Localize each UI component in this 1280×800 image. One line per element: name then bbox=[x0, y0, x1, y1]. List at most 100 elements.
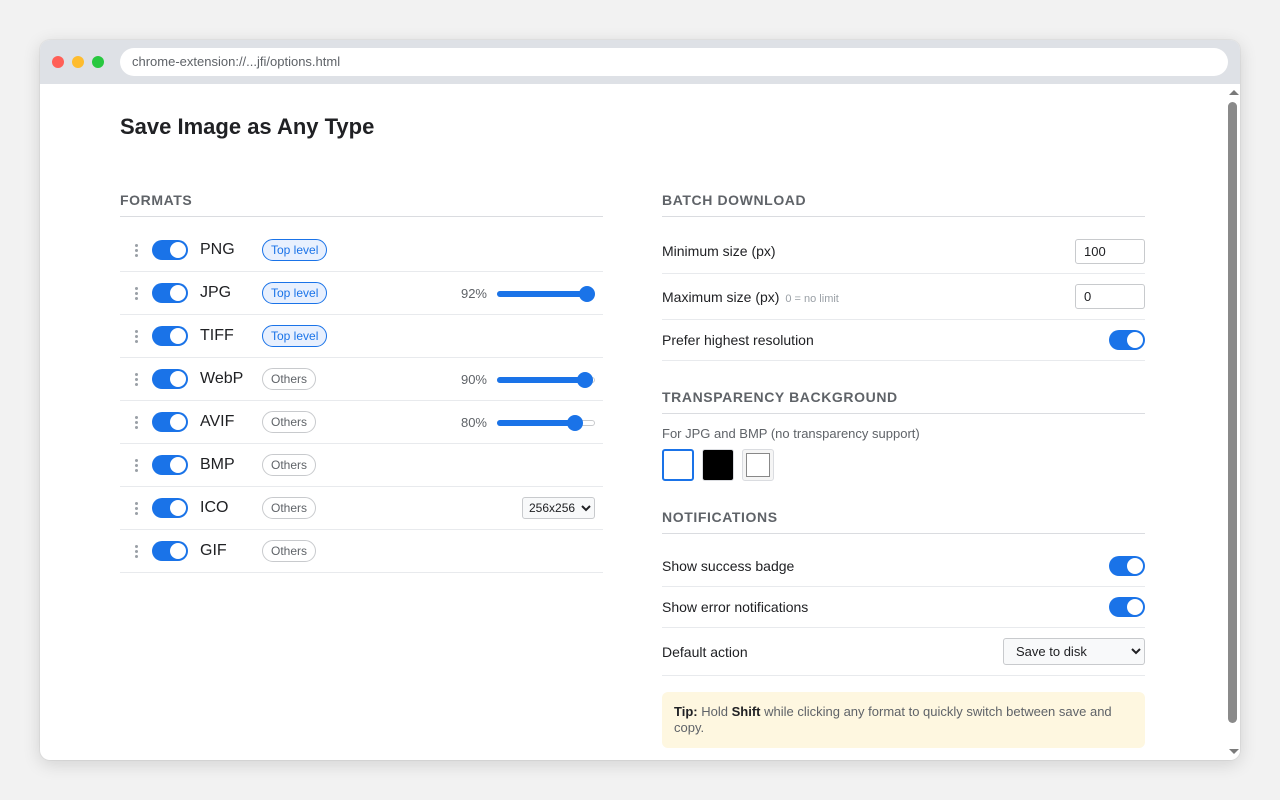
drag-handle-icon[interactable] bbox=[120, 415, 152, 429]
quality-label: 80% bbox=[460, 415, 487, 430]
format-group-badge[interactable]: Top level bbox=[262, 282, 328, 304]
success-badge-toggle[interactable] bbox=[1109, 556, 1145, 576]
transparent-background-swatch[interactable] bbox=[742, 449, 774, 481]
max-size-row: Maximum size (px) 0 = no limit bbox=[662, 274, 1145, 320]
format-name: GIF bbox=[200, 542, 227, 559]
title-bar: chrome-extension://...jfi/options.html bbox=[40, 40, 1240, 84]
webp-toggle[interactable] bbox=[152, 369, 188, 389]
transparency-heading: TRANSPARENCY BACKGROUND bbox=[662, 389, 1145, 414]
format-row-webp: WebP Others 90% bbox=[120, 358, 603, 401]
page-viewport: Save Image as Any Type FORMATS PNG Top l… bbox=[40, 84, 1226, 760]
vertical-scrollbar[interactable] bbox=[1226, 84, 1240, 760]
jpg-quality-slider[interactable] bbox=[497, 285, 596, 302]
minimize-window-button[interactable] bbox=[72, 56, 84, 68]
format-name: TIFF bbox=[200, 327, 234, 344]
white-background-swatch[interactable] bbox=[662, 449, 694, 481]
format-group-badge[interactable]: Top level bbox=[262, 239, 328, 261]
slider-thumb[interactable] bbox=[577, 371, 594, 388]
drag-handle-icon[interactable] bbox=[120, 458, 152, 472]
format-row-avif: AVIF Others 80% bbox=[120, 401, 603, 444]
format-name: BMP bbox=[200, 456, 235, 473]
format-name: WebP bbox=[200, 370, 244, 387]
error-notifications-toggle[interactable] bbox=[1109, 597, 1145, 617]
formats-heading: FORMATS bbox=[120, 192, 603, 217]
format-row-ico: ICO Others 256x256 bbox=[120, 487, 603, 530]
drag-handle-icon[interactable] bbox=[120, 372, 152, 386]
prefer-resolution-toggle[interactable] bbox=[1109, 330, 1145, 350]
page-title: Save Image as Any Type bbox=[120, 114, 375, 139]
format-name: JPG bbox=[200, 284, 232, 301]
drag-handle-icon[interactable] bbox=[120, 243, 152, 257]
slider-thumb[interactable] bbox=[567, 414, 584, 431]
format-group-badge[interactable]: Top level bbox=[262, 325, 328, 347]
default-action-row: Default action Save to disk bbox=[662, 628, 1145, 676]
background-swatches bbox=[662, 449, 1145, 481]
avif-toggle[interactable] bbox=[152, 412, 188, 432]
slider-thumb[interactable] bbox=[579, 285, 596, 302]
maximize-window-button[interactable] bbox=[92, 56, 104, 68]
prefer-resolution-label: Prefer highest resolution bbox=[662, 332, 814, 348]
error-notifications-row: Show error notifications bbox=[662, 587, 1145, 628]
format-name: ICO bbox=[200, 499, 229, 516]
format-row-jpg: JPG Top level 92% bbox=[120, 272, 603, 315]
tip-text-start: Hold bbox=[701, 704, 728, 719]
format-row-png: PNG Top level bbox=[120, 229, 603, 272]
ico-size-select[interactable]: 256x256 bbox=[522, 497, 595, 519]
max-size-hint: 0 = no limit bbox=[785, 292, 839, 305]
notifications-heading: NOTIFICATIONS bbox=[662, 509, 1145, 534]
batch-download-section: Minimum size (px) Maximum size (px) 0 = … bbox=[662, 229, 1145, 361]
tip-box: Tip: Hold Shift while clicking any forma… bbox=[662, 692, 1145, 748]
format-row-tiff: TIFF Top level bbox=[120, 315, 603, 358]
format-group-badge[interactable]: Others bbox=[262, 497, 317, 519]
max-size-label-group: Maximum size (px) 0 = no limit bbox=[662, 289, 839, 305]
gif-toggle[interactable] bbox=[152, 541, 188, 561]
format-group-badge[interactable]: Others bbox=[262, 540, 317, 562]
max-size-input[interactable] bbox=[1075, 284, 1145, 309]
black-background-swatch[interactable] bbox=[702, 449, 734, 481]
formats-list: PNG Top level JPG Top level 92% TIFF Top… bbox=[120, 229, 603, 573]
quality-label: 92% bbox=[460, 286, 487, 301]
address-bar[interactable]: chrome-extension://...jfi/options.html bbox=[120, 48, 1228, 76]
success-badge-row: Show success badge bbox=[662, 546, 1145, 587]
batch-download-heading: BATCH DOWNLOAD bbox=[662, 192, 1145, 217]
notifications-section: Show success badge Show error notificati… bbox=[662, 546, 1145, 676]
max-size-label: Maximum size (px) bbox=[662, 288, 780, 305]
format-group-badge[interactable]: Others bbox=[262, 368, 317, 390]
png-toggle[interactable] bbox=[152, 240, 188, 260]
quality-control: 80% bbox=[461, 401, 595, 444]
formats-section: FORMATS PNG Top level JPG Top level 92% bbox=[120, 192, 603, 573]
min-size-row: Minimum size (px) bbox=[662, 229, 1145, 274]
transparency-description: For JPG and BMP (no transparency support… bbox=[662, 426, 920, 441]
quality-label: 90% bbox=[460, 372, 487, 387]
default-action-label: Default action bbox=[662, 643, 748, 660]
tip-key: Shift bbox=[731, 704, 761, 719]
format-row-gif: GIF Others bbox=[120, 530, 603, 573]
prefer-resolution-row: Prefer highest resolution bbox=[662, 320, 1145, 361]
avif-quality-slider[interactable] bbox=[497, 414, 595, 431]
error-notifications-label: Show error notifications bbox=[662, 599, 809, 615]
ico-toggle[interactable] bbox=[152, 498, 188, 518]
jpg-toggle[interactable] bbox=[152, 283, 188, 303]
scrollbar-thumb[interactable] bbox=[1228, 102, 1237, 723]
webp-quality-slider[interactable] bbox=[497, 371, 595, 388]
tiff-toggle[interactable] bbox=[152, 326, 188, 346]
default-action-select[interactable]: Save to disk bbox=[1003, 638, 1145, 665]
drag-handle-icon[interactable] bbox=[120, 286, 152, 300]
min-size-label: Minimum size (px) bbox=[662, 243, 776, 259]
format-name: PNG bbox=[200, 241, 235, 258]
scroll-up-arrow-icon[interactable] bbox=[1229, 90, 1239, 95]
quality-control: 90% bbox=[461, 358, 595, 401]
browser-window: chrome-extension://...jfi/options.html S… bbox=[40, 40, 1240, 760]
success-badge-label: Show success badge bbox=[662, 558, 795, 574]
drag-handle-icon[interactable] bbox=[120, 329, 152, 343]
scroll-down-arrow-icon[interactable] bbox=[1229, 749, 1239, 754]
min-size-input[interactable] bbox=[1075, 238, 1145, 264]
tip-label: Tip: bbox=[674, 704, 698, 719]
format-group-badge[interactable]: Others bbox=[262, 411, 317, 433]
format-group-badge[interactable]: Others bbox=[262, 454, 317, 476]
format-name: AVIF bbox=[200, 413, 235, 430]
bmp-toggle[interactable] bbox=[152, 455, 188, 475]
drag-handle-icon[interactable] bbox=[120, 501, 152, 515]
drag-handle-icon[interactable] bbox=[120, 544, 152, 558]
close-window-button[interactable] bbox=[52, 56, 64, 68]
